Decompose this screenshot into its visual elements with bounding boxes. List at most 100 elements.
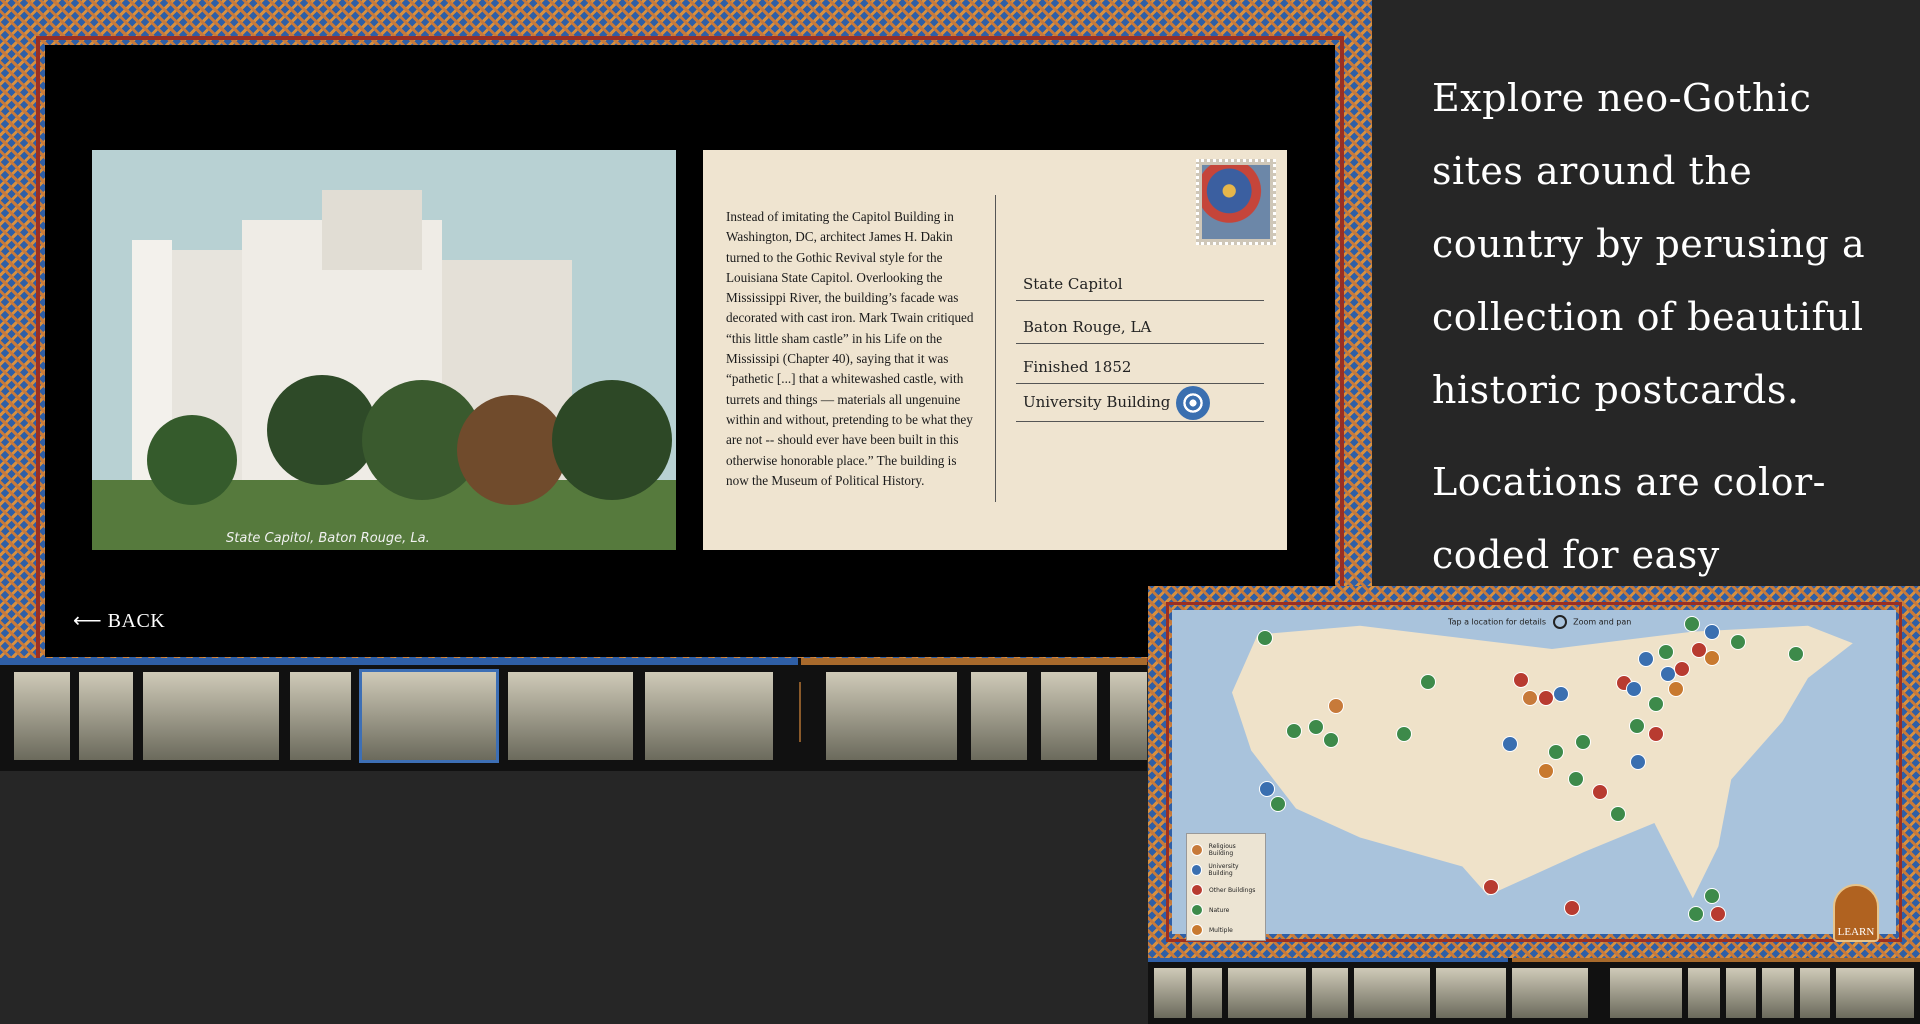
back-button[interactable]: ⟵ BACK [73, 608, 165, 633]
postcard-back: Instead of imitating the Capitol Buildin… [703, 150, 1287, 550]
map-marker[interactable] [1704, 888, 1720, 904]
map-marker[interactable] [1575, 734, 1591, 750]
legend-item: Multiple [1191, 920, 1261, 940]
map-marker[interactable] [1630, 754, 1646, 770]
map-hints: Tap a location for details Zoom and pan [1448, 615, 1631, 629]
map-marker[interactable] [1704, 650, 1720, 666]
strip-bar-orange [801, 658, 1147, 665]
legend-label: Religious Building [1208, 843, 1236, 857]
legend-label: Multiple [1209, 926, 1233, 934]
map-marker[interactable] [1548, 744, 1564, 760]
map-hint-tap: Tap a location for details [1448, 617, 1547, 627]
thumbnail[interactable] [79, 672, 133, 760]
legend-dot-icon [1191, 904, 1203, 916]
mini-thumbnail[interactable] [1762, 968, 1794, 1018]
learn-label: LEARN [1837, 926, 1875, 938]
map-marker[interactable] [1308, 719, 1324, 735]
capitol-building-illustration [92, 150, 676, 550]
legend-item: Nature [1191, 900, 1261, 920]
map-marker[interactable] [1328, 698, 1344, 714]
map-marker[interactable] [1396, 726, 1412, 742]
map-marker[interactable] [1502, 736, 1518, 752]
us-map[interactable] [1172, 610, 1896, 934]
map-marker[interactable] [1483, 879, 1499, 895]
site-location: Baton Rouge, LA [1023, 318, 1152, 336]
mini-thumbnail[interactable] [1726, 968, 1756, 1018]
mini-thumbnail[interactable] [1354, 968, 1430, 1018]
thumbnail[interactable] [826, 672, 957, 760]
thumbnail[interactable] [143, 672, 279, 760]
map-marker[interactable] [1688, 906, 1704, 922]
legend-dot-icon [1191, 864, 1203, 876]
thumbnail[interactable] [645, 672, 773, 760]
legend-label: Other Buildings [1209, 886, 1256, 894]
map-marker[interactable] [1674, 661, 1690, 677]
mini-thumbnail[interactable] [1800, 968, 1830, 1018]
legend-label: Nature [1209, 906, 1230, 914]
legend-item: University Building [1191, 860, 1261, 880]
map-marker[interactable] [1538, 763, 1554, 779]
map-marker[interactable] [1259, 781, 1275, 797]
mini-thumbnail[interactable] [1436, 968, 1506, 1018]
thumbnail[interactable] [1110, 672, 1147, 760]
postcard-divider [995, 195, 996, 502]
map-marker[interactable] [1568, 771, 1584, 787]
mini-thumbnail[interactable] [1610, 968, 1682, 1018]
map-marker[interactable] [1564, 900, 1580, 916]
map-marker[interactable] [1684, 616, 1700, 632]
legend-label: University Building [1208, 863, 1239, 877]
map-marker[interactable] [1730, 634, 1746, 650]
postcard-description: Instead of imitating the Capitol Buildin… [726, 209, 974, 488]
map-marker[interactable] [1610, 806, 1626, 822]
map-marker[interactable] [1522, 690, 1538, 706]
map-marker[interactable] [1658, 644, 1674, 660]
learn-button[interactable]: LEARN [1833, 884, 1879, 942]
map-marker[interactable] [1629, 718, 1645, 734]
mini-thumbnail[interactable] [1688, 968, 1720, 1018]
map-marker[interactable] [1788, 646, 1804, 662]
site-category: University Building [1023, 393, 1171, 411]
map-marker[interactable] [1648, 726, 1664, 742]
stamp-icon [1196, 159, 1276, 245]
map-panel: Tap a location for details Zoom and pan … [1148, 586, 1920, 1024]
map-marker[interactable] [1710, 906, 1726, 922]
mini-thumbnail[interactable] [1312, 968, 1348, 1018]
address-line-category: University Building [1016, 384, 1264, 422]
thumbnail[interactable] [1041, 672, 1097, 760]
mini-thumbnail[interactable] [1836, 968, 1914, 1018]
map-marker[interactable] [1420, 674, 1436, 690]
postcard-thumbnail-strip[interactable] [0, 658, 1147, 771]
site-name: State Capitol [1023, 275, 1123, 293]
thumbnail[interactable] [14, 672, 70, 760]
map-hint-zoom: Zoom and pan [1573, 617, 1632, 627]
map-marker[interactable] [1638, 651, 1654, 667]
mini-thumbnail[interactable] [1154, 968, 1186, 1018]
legend-dot-icon [1191, 844, 1203, 856]
map-marker[interactable] [1626, 681, 1642, 697]
legend-item: Religious Building [1191, 840, 1261, 860]
map-marker[interactable] [1323, 732, 1339, 748]
map-marker[interactable] [1538, 690, 1554, 706]
strip-divider [799, 682, 801, 742]
map-marker[interactable] [1553, 686, 1569, 702]
map-thumbnail-strip[interactable] [1148, 958, 1920, 1024]
mini-thumbnail[interactable] [1192, 968, 1222, 1018]
legend-dot-icon [1191, 884, 1203, 896]
map-marker[interactable] [1257, 630, 1273, 646]
thumbnail[interactable] [971, 672, 1027, 760]
thumbnail-selected[interactable] [359, 669, 499, 763]
mini-thumbnail[interactable] [1512, 968, 1588, 1018]
map-marker[interactable] [1668, 681, 1684, 697]
map-marker[interactable] [1648, 696, 1664, 712]
map-marker[interactable] [1592, 784, 1608, 800]
magnifier-icon [1552, 615, 1567, 629]
thumbnail[interactable] [290, 672, 351, 760]
map-marker[interactable] [1270, 796, 1286, 812]
thumbnail[interactable] [508, 672, 633, 760]
mini-thumbnail[interactable] [1228, 968, 1306, 1018]
map-marker[interactable] [1286, 723, 1302, 739]
postcard-viewer: State Capitol, Baton Rouge, La. Instead … [0, 0, 1372, 662]
map-marker[interactable] [1513, 672, 1529, 688]
map-marker[interactable] [1704, 624, 1720, 640]
address-line-name: State Capitol [1016, 272, 1264, 301]
